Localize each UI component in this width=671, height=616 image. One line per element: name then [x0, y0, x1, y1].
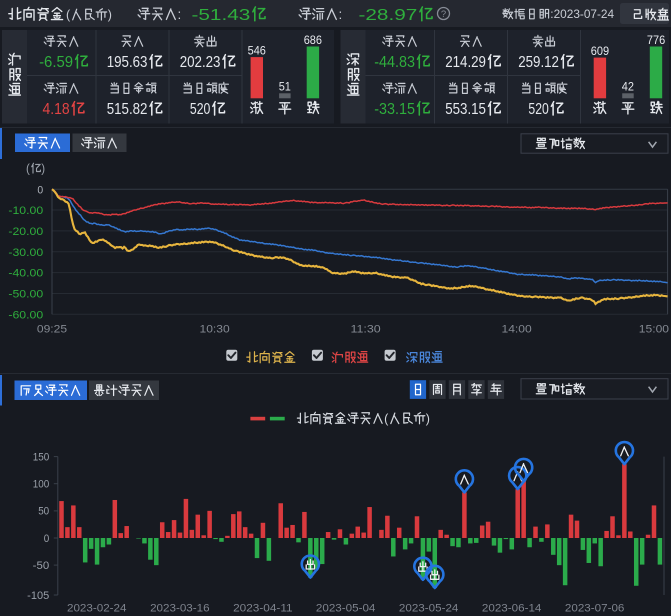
svg-text:-40.00: -40.00 [8, 268, 43, 280]
svg-text:776: 776 [647, 33, 666, 47]
svg-text:-28.97: -28.97 [359, 7, 418, 24]
svg-text:2023-05-24: 2023-05-24 [399, 603, 459, 615]
svg-text:42: 42 [622, 80, 634, 94]
svg-text:-50: -50 [33, 560, 50, 572]
svg-text:-20.00: -20.00 [8, 226, 43, 238]
svg-text:553.15: 553.15 [445, 101, 486, 118]
svg-text:): ) [108, 8, 112, 22]
svg-text:-105: -105 [27, 590, 49, 602]
svg-text:15:00: 15:00 [639, 324, 669, 336]
svg-text:-44.83: -44.83 [374, 54, 415, 71]
svg-text:11:30: 11:30 [351, 324, 381, 336]
svg-text:-50.00: -50.00 [8, 289, 43, 301]
svg-text:0: 0 [37, 184, 43, 196]
svg-text:259.12: 259.12 [518, 54, 559, 71]
svg-text:-6.59: -6.59 [39, 54, 73, 71]
svg-text:(: ( [26, 163, 30, 175]
svg-text:2023-02-24: 2023-02-24 [67, 603, 127, 615]
svg-text:520: 520 [190, 101, 211, 118]
svg-text:150: 150 [33, 451, 50, 463]
svg-text:195.63: 195.63 [107, 54, 148, 71]
svg-text:100: 100 [33, 479, 50, 491]
svg-text:2023-06-14: 2023-06-14 [482, 603, 542, 615]
svg-text:?: ? [441, 9, 446, 20]
svg-text:0: 0 [44, 533, 50, 545]
svg-text:2023-05-04: 2023-05-04 [316, 603, 376, 615]
svg-text:214.29: 214.29 [445, 54, 486, 71]
svg-text:14:00: 14:00 [502, 324, 532, 336]
svg-text:-51.43: -51.43 [192, 7, 251, 24]
svg-text:2023-04-11: 2023-04-11 [233, 603, 293, 615]
svg-text:4.18: 4.18 [43, 101, 70, 118]
svg-text:-33.15: -33.15 [374, 101, 415, 118]
svg-text:10:30: 10:30 [200, 324, 230, 336]
svg-text:-30.00: -30.00 [8, 247, 43, 259]
svg-text:515.82: 515.82 [107, 101, 148, 118]
svg-text:-60.00: -60.00 [8, 309, 43, 321]
svg-text:609: 609 [591, 44, 610, 58]
svg-text:): ) [41, 163, 45, 175]
svg-text:2023-07-06: 2023-07-06 [565, 603, 625, 615]
svg-text:-10.00: -10.00 [8, 205, 43, 217]
svg-text:520: 520 [528, 101, 549, 118]
svg-text::2023-07-24: :2023-07-24 [550, 9, 614, 21]
svg-text:686: 686 [304, 33, 323, 47]
svg-text:09:25: 09:25 [37, 324, 67, 336]
svg-text:2023-03-16: 2023-03-16 [150, 603, 210, 615]
svg-text::: : [178, 7, 182, 22]
svg-text:202.23: 202.23 [180, 54, 221, 71]
svg-text:546: 546 [248, 43, 267, 57]
svg-text:51: 51 [279, 80, 291, 94]
svg-text::: : [339, 7, 343, 22]
svg-text:): ) [426, 412, 430, 426]
svg-text:50: 50 [38, 506, 49, 518]
